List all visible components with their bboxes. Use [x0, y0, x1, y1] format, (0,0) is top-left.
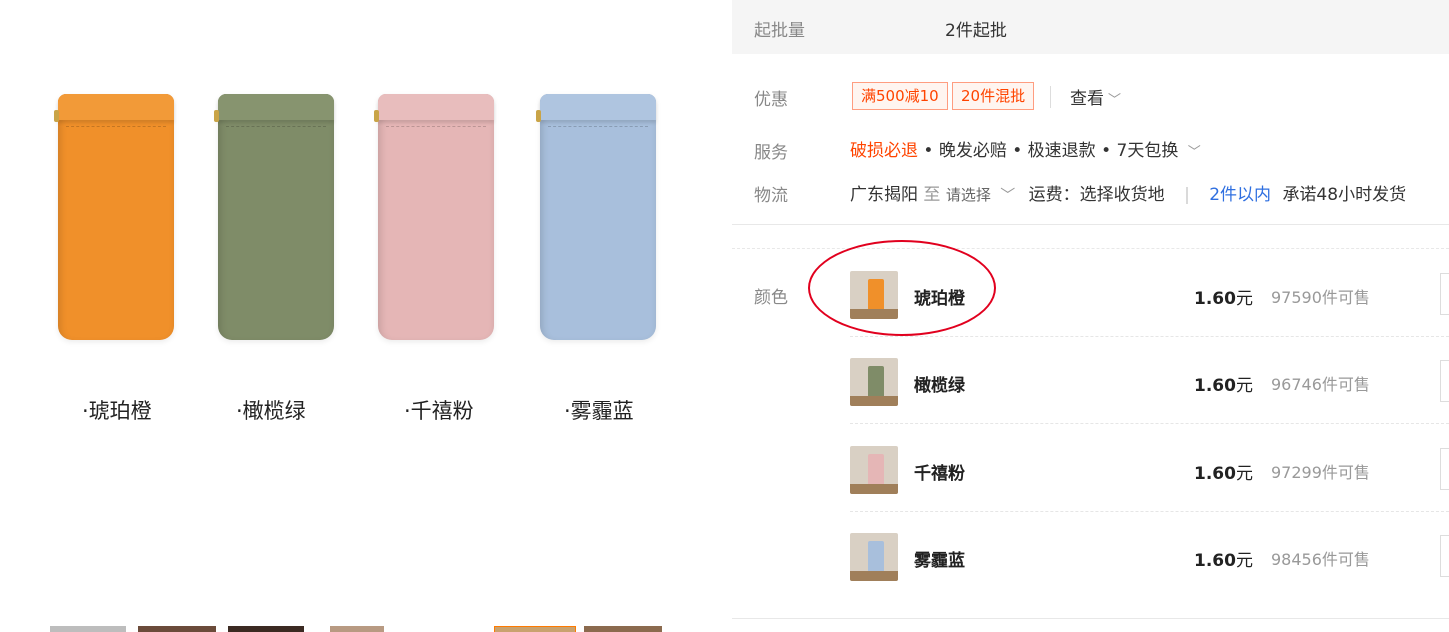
- promo-label: 优惠: [754, 90, 788, 110]
- pouch-pink: [374, 94, 494, 340]
- thumbnail-active[interactable]: [494, 626, 576, 632]
- chevron-down-icon[interactable]: ﹀: [1188, 141, 1201, 160]
- quantity-stepper[interactable]: [1440, 535, 1449, 577]
- thumbnail[interactable]: [330, 626, 384, 632]
- sku-thumbnail[interactable]: [850, 533, 898, 581]
- sku-name: 雾霾蓝: [914, 551, 965, 571]
- sku-thumbnail[interactable]: [850, 358, 898, 406]
- divider: [1050, 86, 1051, 108]
- promo-tag[interactable]: 20件混批: [952, 82, 1035, 110]
- product-image: ·琥珀橙 ·橄榄绿 ·千禧粉 ·雾霾蓝: [0, 0, 720, 632]
- section-divider: [732, 224, 1449, 225]
- thumbnail[interactable]: [138, 626, 216, 632]
- logistics-qty[interactable]: 2件以内: [1209, 185, 1271, 205]
- section-divider: [732, 618, 1449, 619]
- service-label: 服务: [754, 143, 788, 163]
- sku-stock: 96746件可售: [1271, 375, 1370, 394]
- sku-row-blue[interactable]: 雾霾蓝 1.60元 98456件可售: [850, 513, 1449, 599]
- sku-thumbnail[interactable]: [850, 446, 898, 494]
- sku-row-olive[interactable]: 橄榄绿 1.60元 96746件可售: [850, 338, 1449, 424]
- caption-olive: ·橄榄绿: [236, 399, 306, 423]
- promo-see-label: 查看: [1070, 89, 1104, 109]
- service-highlight: 破损必退: [850, 141, 918, 161]
- sku-stock: 97590件可售: [1271, 288, 1370, 307]
- quantity-stepper[interactable]: [1440, 360, 1449, 402]
- thumbnail[interactable]: [228, 626, 304, 632]
- promo-tag[interactable]: 满500减10: [852, 82, 948, 110]
- pouch-olive: [214, 94, 334, 340]
- pouch-amber: [54, 94, 174, 340]
- thumbnail[interactable]: [584, 626, 662, 632]
- sku-name: 千禧粉: [914, 464, 965, 484]
- quantity-stepper[interactable]: [1440, 448, 1449, 490]
- thumbnail-strip[interactable]: [0, 626, 720, 632]
- sku-price: 1.60元: [1194, 376, 1253, 396]
- divider: |: [1184, 185, 1190, 205]
- pouch-blue: [536, 94, 656, 340]
- sku-name: 橄榄绿: [914, 376, 965, 396]
- logistics-row: 广东揭阳 至 请选择 ﹀ 运费：选择收货地 | 2件以内 承诺48小时发货: [850, 180, 1406, 205]
- chevron-down-icon[interactable]: ﹀: [1000, 184, 1015, 205]
- sku-price: 1.60元: [1194, 289, 1253, 309]
- sku-label: 颜色: [754, 288, 788, 308]
- sku-stock: 97299件可售: [1271, 463, 1370, 482]
- logistics-label: 物流: [754, 186, 788, 206]
- moq-row: 起批量 2件起批: [732, 0, 1449, 54]
- logistics-promise: 承诺48小时发货: [1282, 185, 1407, 205]
- region-select[interactable]: 请选择: [946, 186, 991, 204]
- thumbnail[interactable]: [50, 626, 126, 632]
- caption-pink: ·千禧粉: [404, 399, 474, 423]
- caption-blue: ·雾霾蓝: [564, 399, 634, 423]
- annotation-circle: [808, 240, 996, 336]
- sku-price: 1.60元: [1194, 551, 1253, 571]
- moq-label: 起批量: [754, 21, 805, 41]
- service-list[interactable]: 破损必退 • 晚发必赔 • 极速退款 • 7天包换 ﹀: [850, 136, 1201, 161]
- sku-price: 1.60元: [1194, 464, 1253, 484]
- moq-value: 2件起批: [945, 21, 1007, 41]
- quantity-stepper[interactable]: [1440, 273, 1449, 315]
- logistics-origin: 广东揭阳: [850, 185, 918, 205]
- chevron-down-icon: ﹀: [1108, 93, 1122, 108]
- section-divider: [732, 248, 1449, 249]
- sku-row-pink[interactable]: 千禧粉 1.60元 97299件可售: [850, 426, 1449, 512]
- logistics-to: 至: [923, 185, 941, 205]
- service-items: • 晚发必赔 • 极速退款 • 7天包换: [923, 141, 1179, 161]
- caption-amber: ·琥珀橙: [82, 399, 152, 423]
- sku-stock: 98456件可售: [1271, 550, 1370, 569]
- logistics-fee: 运费：选择收货地: [1028, 185, 1165, 205]
- promo-see-button[interactable]: 查看 ﹀: [1070, 84, 1121, 109]
